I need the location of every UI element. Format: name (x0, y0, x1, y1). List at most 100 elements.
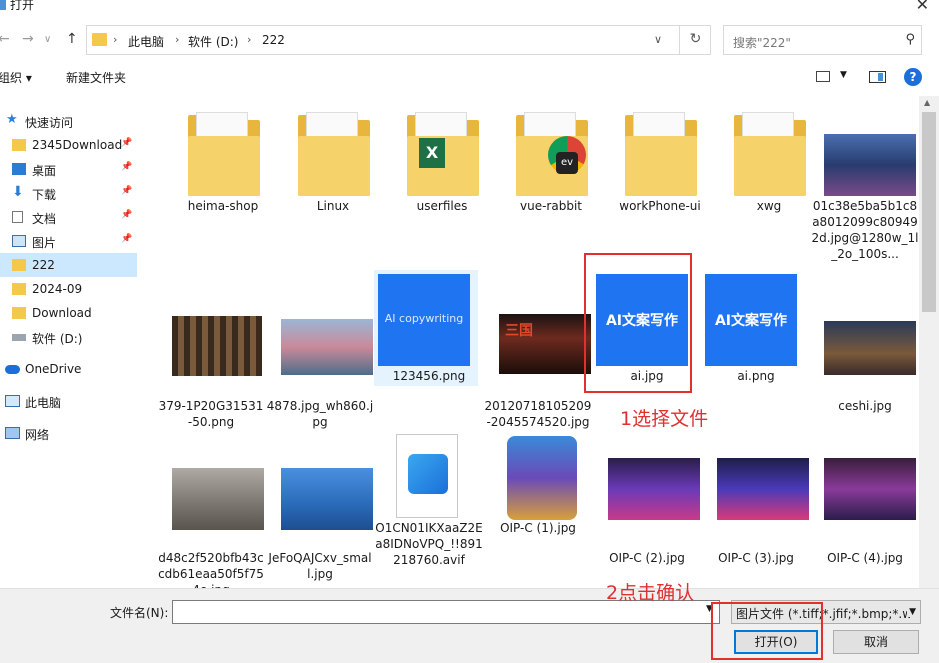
sidebar-item-label: 图片 (32, 236, 57, 250)
search-icon[interactable]: ⚲ (905, 32, 915, 47)
pin-icon[interactable]: 📌 (121, 234, 132, 244)
forward-icon[interactable]: → (22, 31, 34, 47)
pin-icon[interactable]: 📌 (121, 138, 132, 148)
file-name: xwg (756, 199, 782, 213)
filename-label: 文件名(N): (110, 606, 169, 620)
file-item[interactable]: OIP-C (2).jpg (590, 448, 700, 588)
folder-icon (288, 106, 380, 198)
app-icon (0, 0, 6, 10)
image-thumbnail (602, 458, 700, 550)
file-item[interactable]: AI文案写作 ai.png (699, 266, 805, 416)
pin-icon[interactable]: 📌 (121, 162, 132, 172)
sidebar-item-222[interactable]: 222 (0, 253, 137, 277)
chevron-down-icon[interactable]: ▼ (840, 70, 847, 80)
sidebar-item-label: 下载 (32, 188, 57, 202)
breadcrumb-222[interactable]: 222 (262, 33, 285, 47)
new-folder-button[interactable]: 新建文件夹 (66, 69, 126, 86)
address-bar[interactable]: › 此电脑 › 软件 (D:) › 222 ∨ ↻ (86, 25, 711, 55)
up-icon[interactable]: ↑ (66, 31, 78, 47)
sidebar-item-label: 2345Download (32, 138, 123, 152)
breadcrumb-drive-d[interactable]: 软件 (D:) (188, 33, 238, 50)
file-item[interactable]: 379-1P20G31531-50.png (154, 296, 263, 446)
file-item[interactable]: 4878.jpg_wh860.jpg (263, 296, 373, 446)
scroll-up-icon[interactable]: ▲ (924, 98, 930, 107)
scrollbar-thumb[interactable] (922, 112, 936, 312)
chevron-right-icon[interactable]: › (175, 33, 179, 46)
sidebar-item-desktop[interactable]: 桌面 📌 (0, 157, 137, 181)
file-name: JeFoQAJCxv_small.jpg (268, 551, 372, 581)
navigation-pane: ★ 快速访问 2345Download 📌 桌面 📌 ⬇ 下载 📌 文档 📌 图… (0, 96, 137, 588)
sidebar-item-this-pc[interactable]: 此电脑 (0, 389, 137, 413)
breadcrumb-this-pc[interactable]: 此电脑 (128, 33, 164, 50)
title-bar: 打开 ✕ (0, 0, 939, 20)
image-thumbnail (275, 458, 373, 550)
folder-icon (724, 106, 816, 198)
annotation-box-select-file (584, 253, 692, 393)
chevron-right-icon[interactable]: › (247, 33, 251, 46)
sidebar-item-quick-access[interactable]: ★ 快速访问 (0, 109, 137, 133)
file-item[interactable]: OIP-C (3).jpg (699, 448, 809, 588)
recent-dropdown-icon[interactable]: ∨ (44, 34, 51, 45)
chevron-down-icon: ▼ (907, 607, 916, 617)
sidebar-item-2024-09[interactable]: 2024-09 (0, 277, 137, 301)
image-thumbnail (711, 458, 809, 550)
file-item[interactable]: heima-shop (166, 96, 272, 246)
file-item[interactable]: ev vue-rabbit (494, 96, 600, 246)
desktop-icon (12, 163, 26, 175)
command-toolbar: 组织 ▾ 新建文件夹 ▼ ? (0, 62, 939, 92)
pin-icon[interactable]: 📌 (121, 186, 132, 196)
file-item[interactable]: xwg (712, 96, 818, 246)
file-name: OIP-C (1).jpg (500, 521, 576, 535)
file-item[interactable]: O1CN01IKXaaZ2Ea8IDNoVPQ_!!891218760.avif (372, 418, 483, 568)
organize-button[interactable]: 组织 ▾ (0, 69, 32, 86)
file-item[interactable]: 01c38e5ba5b1c8a8012099c809492d.jpg@1280w… (808, 96, 918, 261)
file-item[interactable]: JeFoQAJCxv_small.jpg (263, 448, 373, 588)
chevron-right-icon[interactable]: › (113, 33, 117, 46)
help-icon[interactable]: ? (904, 68, 922, 86)
file-name: heima-shop (187, 199, 259, 213)
file-name: OIP-C (3).jpg (718, 551, 794, 565)
app-badge-icon: ev (556, 152, 578, 174)
sidebar-item-network[interactable]: 网络 (0, 421, 137, 445)
sidebar-item-documents[interactable]: 文档 📌 (0, 205, 137, 229)
file-item[interactable]: OIP-C (4).jpg (808, 448, 916, 588)
file-item[interactable]: Linux (276, 96, 382, 246)
sidebar-item-label: 2024-09 (32, 282, 83, 296)
file-icon (384, 428, 476, 520)
file-name: Linux (316, 199, 350, 213)
document-icon (12, 211, 23, 223)
folder-icon (12, 259, 26, 271)
file-item[interactable]: workPhone-ui (603, 96, 709, 246)
refresh-icon[interactable]: ↻ (679, 25, 711, 55)
folder-icon (178, 106, 270, 198)
computer-icon (5, 395, 20, 407)
back-icon[interactable]: ← (0, 31, 10, 47)
pin-icon[interactable]: 📌 (121, 210, 132, 220)
file-item[interactable]: ceshi.jpg (808, 296, 916, 446)
sidebar-item-label: 222 (32, 258, 55, 272)
image-thumbnail (820, 306, 916, 398)
close-icon[interactable]: ✕ (916, 0, 929, 14)
file-item-selected[interactable]: AI copywriting 123456.png (372, 266, 478, 416)
vertical-scrollbar[interactable]: ▲ (919, 96, 939, 588)
preview-pane-icon[interactable] (869, 71, 886, 83)
search-input[interactable]: 搜索"222" ⚲ (723, 25, 922, 55)
file-item[interactable]: OIP-C (1).jpg (481, 418, 587, 568)
file-name: 379-1P20G31531-50.png (158, 399, 264, 429)
chevron-down-icon[interactable]: ∨ (654, 33, 662, 46)
view-mode-icon[interactable] (816, 71, 830, 82)
sidebar-item-2345download[interactable]: 2345Download 📌 (0, 133, 137, 157)
cancel-button[interactable]: 取消 (833, 630, 919, 654)
file-name: 4878.jpg_wh860.jpg (266, 399, 374, 429)
file-item[interactable]: X userfiles (385, 96, 491, 246)
sidebar-item-drive-d[interactable]: 软件 (D:) (0, 325, 137, 349)
sidebar-item-download[interactable]: Download (0, 301, 137, 325)
sidebar-item-onedrive[interactable]: OneDrive (0, 357, 137, 381)
window-title: 打开 (10, 0, 35, 12)
file-item[interactable]: d48c2f520bfb43ccdb61eaa50f5f754e.jpg (154, 448, 264, 588)
sidebar-item-pictures[interactable]: 图片 📌 (0, 229, 137, 253)
sidebar-item-downloads[interactable]: ⬇ 下载 📌 (0, 181, 137, 205)
sidebar-item-label: 快速访问 (25, 116, 74, 130)
image-file-icon (408, 454, 448, 494)
network-icon (5, 427, 20, 439)
